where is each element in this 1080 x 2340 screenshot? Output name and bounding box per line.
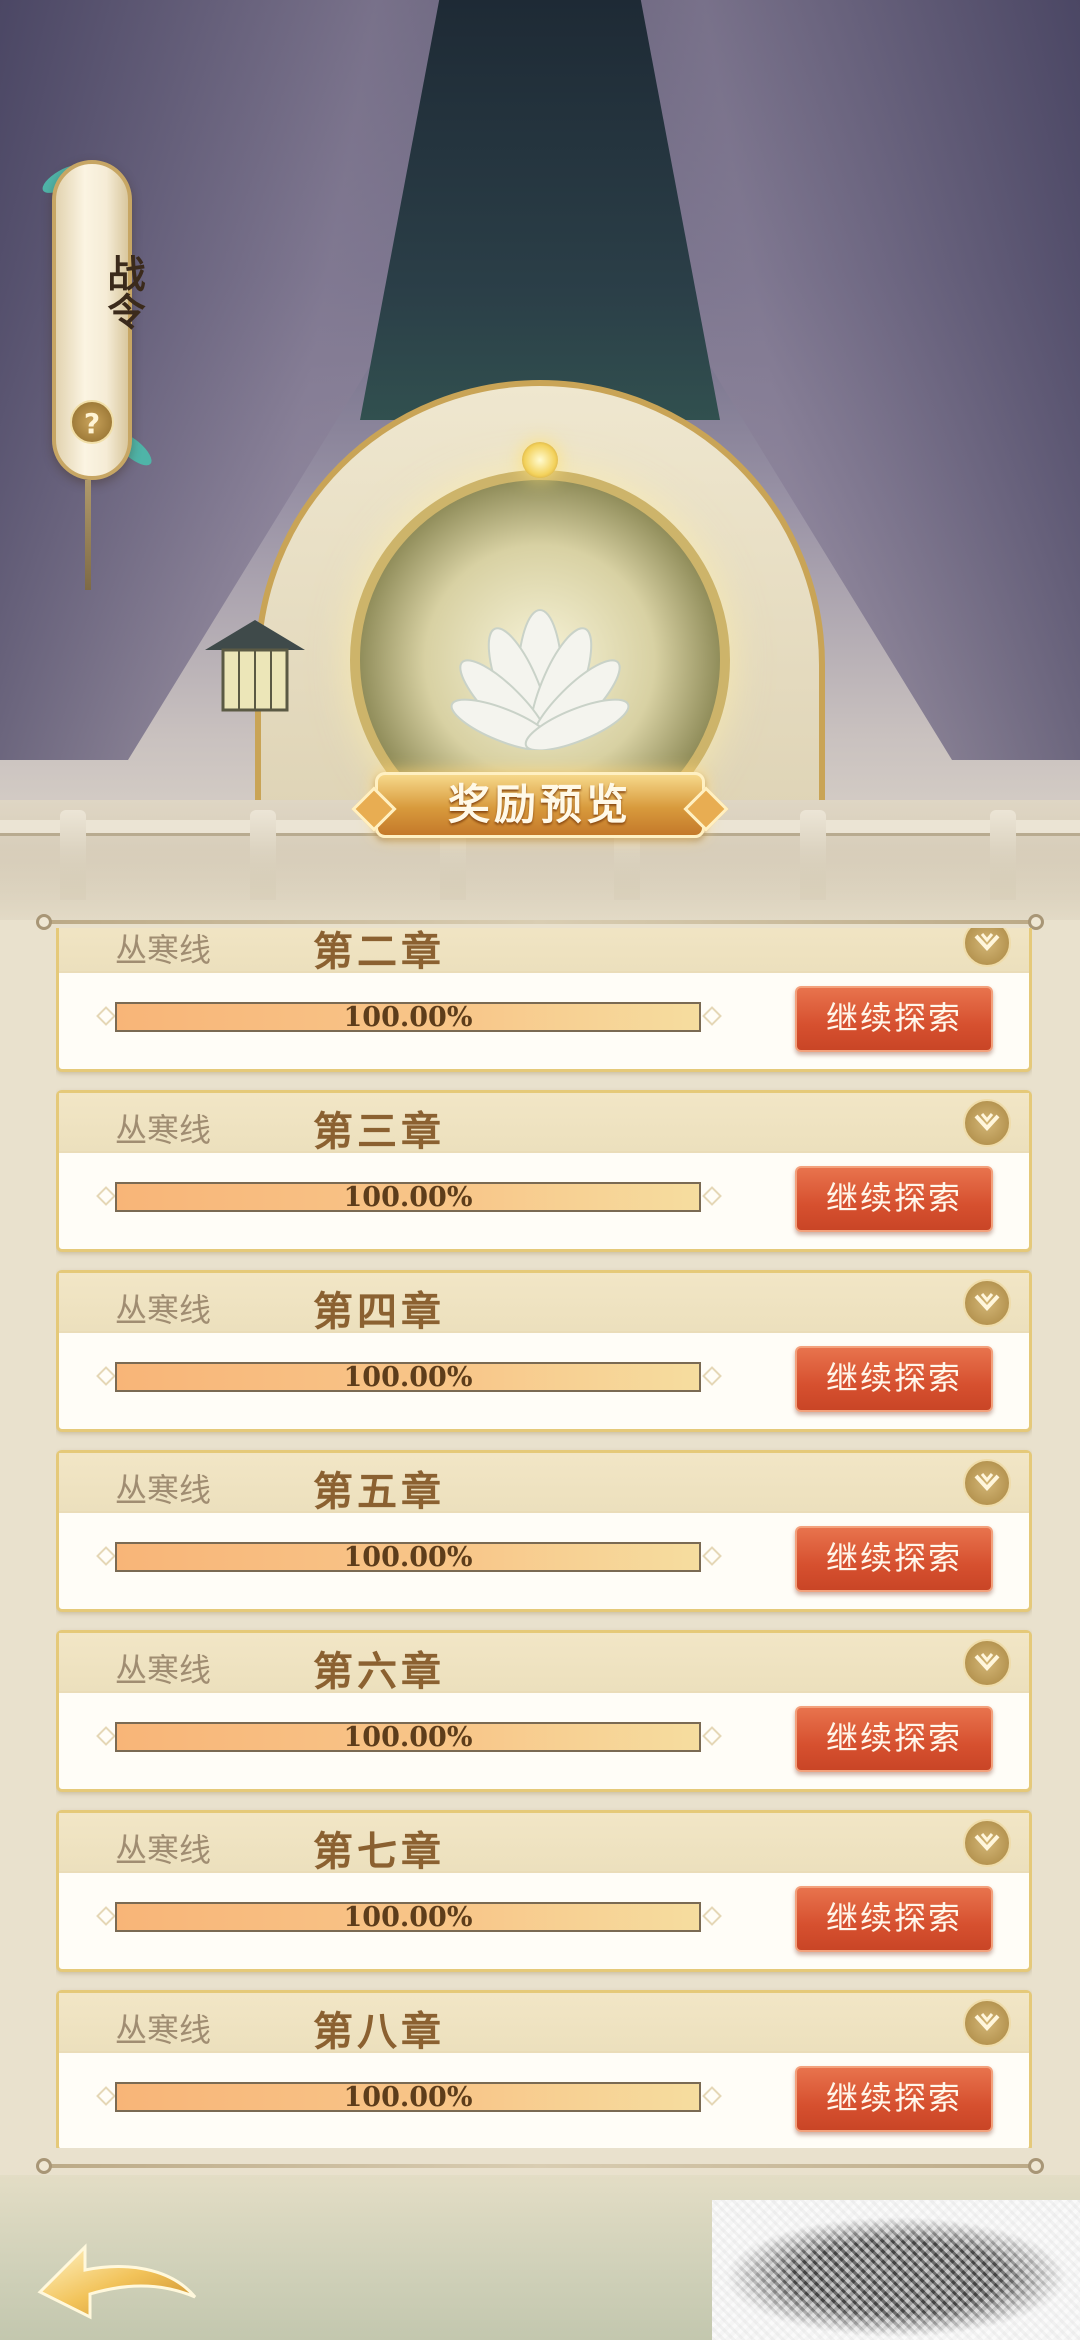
chapter-title: 第四章	[313, 1288, 445, 1335]
obscured-region	[712, 2200, 1080, 2340]
chapter-title: 第八章	[313, 2008, 445, 2055]
chapter-header[interactable]: 丛寒线 第七章	[59, 1813, 1029, 1875]
progress-value: 100.00%	[343, 2082, 473, 2113]
chapter-card: 丛寒线 第四章 100.00% 继续探索	[56, 1270, 1032, 1432]
storyline-name: 丛寒线	[115, 931, 212, 969]
progress-cap-left	[96, 1006, 116, 1026]
chevron-down-icon[interactable]	[963, 928, 1011, 967]
progress-value: 100.00%	[343, 1722, 473, 1753]
continue-explore-button[interactable]: 继续探索	[795, 2066, 993, 2132]
progress-cap-right	[702, 1006, 722, 1026]
divider-ornament	[36, 914, 52, 930]
reward-preview-button[interactable]: 奖励预览	[375, 772, 705, 838]
progress-bar: 100.00%	[115, 1002, 701, 1032]
chevron-down-icon[interactable]	[963, 1639, 1011, 1687]
chapter-card: 丛寒线 第七章 100.00% 继续探索	[56, 1810, 1032, 1972]
progress-value: 100.00%	[343, 1002, 473, 1033]
progress-cap-right	[702, 1546, 722, 1566]
chevron-down-icon[interactable]	[963, 1819, 1011, 1867]
progress-cap-right	[702, 2086, 722, 2106]
chapter-header[interactable]: 丛寒线 第五章	[59, 1453, 1029, 1515]
continue-explore-button[interactable]: 继续探索	[795, 1526, 993, 1592]
chapter-title: 第六章	[313, 1648, 445, 1695]
progress-cap-right	[702, 1186, 722, 1206]
mist-overlay	[0, 850, 1080, 920]
chapter-card: 丛寒线 第五章 100.00% 继续探索	[56, 1450, 1032, 1612]
glowing-jewel	[522, 442, 558, 478]
progress-cap-left	[96, 2086, 116, 2106]
progress-cap-left	[96, 1546, 116, 1566]
divider-line	[40, 2164, 1040, 2168]
progress-cap-left	[96, 1366, 116, 1386]
progress-value: 100.00%	[343, 1362, 473, 1393]
chapter-header[interactable]: 丛寒线 第三章	[59, 1093, 1029, 1155]
chevron-down-icon[interactable]	[963, 1459, 1011, 1507]
question-icon[interactable]: ?	[70, 400, 114, 444]
progress-cap-left	[96, 1906, 116, 1926]
chapter-list[interactable]: 丛寒线 第二章 100.00% 继续探索 丛寒线 第三章 100.00% 继续探…	[56, 928, 1032, 2148]
chapter-title: 第三章	[313, 1108, 445, 1155]
chapter-card: 丛寒线 第八章 100.00% 继续探索	[56, 1990, 1032, 2148]
storyline-name: 丛寒线	[115, 1111, 212, 1149]
chapter-title: 第五章	[313, 1468, 445, 1515]
progress-value: 100.00%	[343, 1902, 473, 1933]
chapter-title: 第七章	[313, 1828, 445, 1875]
chapter-header[interactable]: 丛寒线 第八章	[59, 1993, 1029, 2055]
progress-value: 100.00%	[343, 1182, 473, 1213]
chapter-card: 丛寒线 第三章 100.00% 继续探索	[56, 1090, 1032, 1252]
chevron-down-icon[interactable]	[963, 1279, 1011, 1327]
storyline-name: 丛寒线	[115, 1831, 212, 1869]
chapter-header[interactable]: 丛寒线 第六章	[59, 1633, 1029, 1695]
continue-explore-button[interactable]: 继续探索	[795, 1886, 993, 1952]
chapter-card: 丛寒线 第六章 100.00% 继续探索	[56, 1630, 1032, 1792]
progress-bar: 100.00%	[115, 1182, 701, 1212]
progress-bar: 100.00%	[115, 2082, 701, 2112]
pavilion-icon	[205, 620, 305, 712]
divider-ornament	[1028, 2158, 1044, 2174]
progress-cap-left	[96, 1726, 116, 1746]
divider-ornament	[36, 2158, 52, 2174]
progress-bar: 100.00%	[115, 1722, 701, 1752]
storyline-name: 丛寒线	[115, 2011, 212, 2049]
tassel	[85, 480, 91, 590]
banner-title: 战令	[101, 254, 146, 330]
progress-cap-left	[96, 1186, 116, 1206]
progress-bar: 100.00%	[115, 1542, 701, 1572]
chevron-down-icon[interactable]	[963, 1999, 1011, 2047]
lotus-icon	[450, 609, 630, 750]
storyline-name: 丛寒线	[115, 1651, 212, 1689]
progress-cap-right	[702, 1726, 722, 1746]
storyline-name: 丛寒线	[115, 1291, 212, 1329]
chapter-card: 丛寒线 第二章 100.00% 继续探索	[56, 928, 1032, 1072]
chevron-down-icon[interactable]	[963, 1099, 1011, 1147]
continue-explore-button[interactable]: 继续探索	[795, 986, 993, 1052]
storyline-name: 丛寒线	[115, 1471, 212, 1509]
divider-line	[40, 920, 1040, 924]
chapter-header[interactable]: 丛寒线 第二章	[59, 928, 1029, 975]
back-arrow-icon[interactable]	[30, 2222, 200, 2332]
progress-value: 100.00%	[343, 1542, 473, 1573]
progress-cap-right	[702, 1906, 722, 1926]
battle-pass-banner[interactable]: 战令 ?	[52, 160, 146, 480]
chapter-header[interactable]: 丛寒线 第四章	[59, 1273, 1029, 1335]
chapter-title: 第二章	[313, 928, 445, 975]
progress-bar: 100.00%	[115, 1362, 701, 1392]
progress-bar: 100.00%	[115, 1902, 701, 1932]
continue-explore-button[interactable]: 继续探索	[795, 1346, 993, 1412]
progress-cap-right	[702, 1366, 722, 1386]
continue-explore-button[interactable]: 继续探索	[795, 1706, 993, 1772]
continue-explore-button[interactable]: 继续探索	[795, 1166, 993, 1232]
